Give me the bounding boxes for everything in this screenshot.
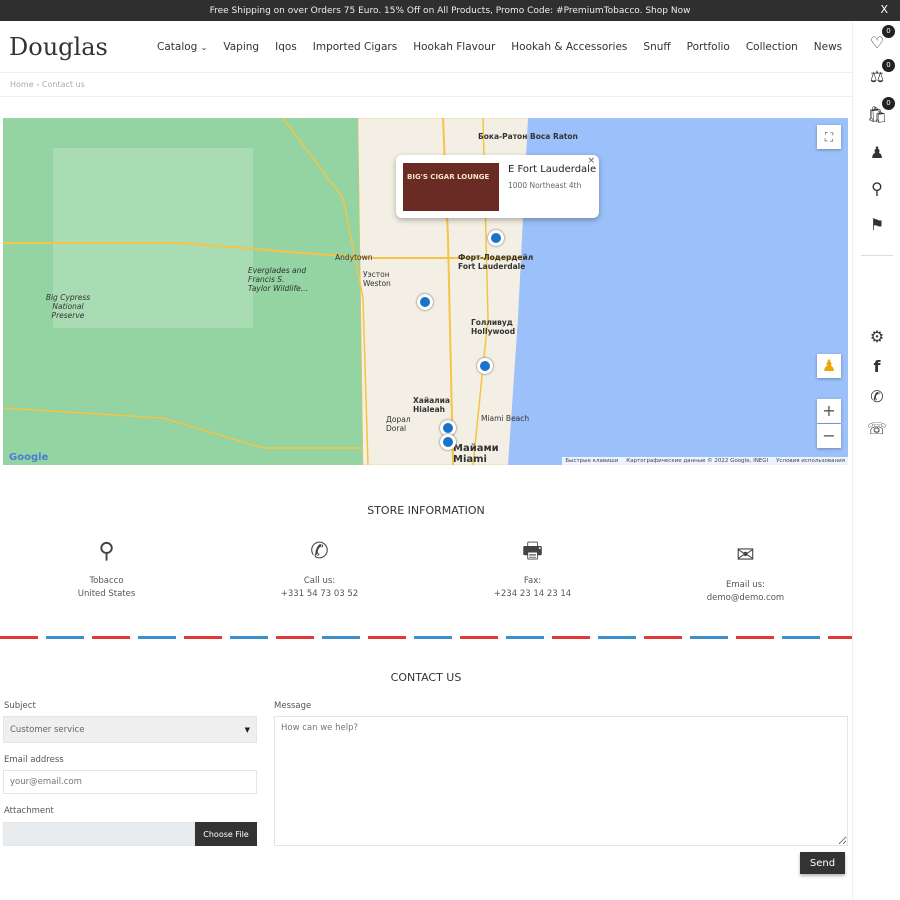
whatsapp-icon[interactable]: ✆ [867,387,887,407]
nav-hookah-accessories[interactable]: Hookah & Accessories [511,41,627,53]
map-label: Дорал Doral [386,415,411,433]
envelope-icon: ✉ [736,543,755,568]
zoom-out-button[interactable]: − [817,424,841,448]
shopping-bag-icon[interactable]: 🛍 0 [867,97,895,125]
nav-hookah-flavour[interactable]: Hookah Flavour [413,41,495,53]
breadcrumb: Home › Contact us [0,73,852,97]
contact-title: CONTACT US [390,671,462,684]
flag-icon[interactable]: ⚑ [867,215,887,235]
fax-icon: 🖶 [522,539,543,564]
map-label: Everglades and Francis S. Taylor Wildlif… [248,266,308,293]
street-view-pegman-icon[interactable]: ♟ [817,354,841,378]
airmail-divider [0,636,852,639]
email-field[interactable] [3,770,257,794]
map-label: Голливуд Hollywood [471,318,516,336]
store-info-title: STORE INFORMATION [367,504,485,517]
breadcrumb-home[interactable]: Home [10,80,34,89]
nav-catalog[interactable]: Catalog ⌄ [157,41,207,53]
attachment-input[interactable] [3,822,195,846]
terms-link[interactable]: Условия использования [776,458,845,464]
close-icon[interactable]: × [587,156,595,166]
store-info: ⚲ Tobacco United States ✆ Call us: +331 54 7… [0,539,852,605]
subject-label: Subject [4,701,36,711]
popup-title: E Fort Lauderdale [508,164,597,175]
facebook-icon[interactable]: f [867,357,887,377]
map-marker[interactable] [440,434,456,450]
popup-address: 1000 Northeast 4th [508,181,582,190]
main-nav: Catalog ⌄ Vaping Iqos Imported Cigars Ho… [149,41,850,53]
message-label: Message [274,701,312,711]
nav-vaping[interactable]: Vaping [223,41,259,53]
map-label: Форт-Лодердейл Fort Lauderdale [458,253,534,271]
logo[interactable]: Douglas [9,33,149,61]
close-icon[interactable]: X [880,3,888,16]
promo-text: Free Shipping on over Orders 75 Euro. 15… [209,5,691,16]
keyboard-shortcuts-link[interactable]: Быстрые клавиши [565,458,618,464]
store-email: ✉ Email us: demo@demo.com [639,545,852,605]
divider [861,255,893,256]
map-label: Miami Beach [481,414,530,423]
map-marker[interactable] [488,230,504,246]
store-photo: BIG'S CIGAR LOUNGE [403,163,499,211]
right-sidebar: ♡ 0 ⚖ 0 🛍 0 ♟ ⚲ ⚑ ⚙ f ✆ ☏ [852,21,900,900]
map-label: Майами Miami [453,443,499,465]
google-map[interactable]: Бока-Ратон Boca Raton Форт-Лодердейл For… [3,118,848,465]
nav-snuff[interactable]: Snuff [643,41,670,53]
google-logo: Google [9,452,49,463]
attachment-label: Attachment [4,806,54,816]
map-marker[interactable] [477,358,493,374]
nav-portfolio[interactable]: Portfolio [687,41,730,53]
cart-count: 0 [882,97,895,110]
nav-collection[interactable]: Collection [746,41,798,53]
map-label: Andytown [335,253,373,262]
nav-imported-cigars[interactable]: Imported Cigars [313,41,397,53]
location-pin-icon: ⚲ [98,539,115,564]
store-fax: 🖶 Fax: +234 23 14 23 14 [426,539,639,605]
choose-file-button[interactable]: Choose File [195,822,257,846]
breadcrumb-current: Contact us [41,80,85,89]
chevron-down-icon: ⌄ [200,42,208,52]
store-phone: ✆ Call us: +331 54 73 03 52 [213,539,426,605]
message-textarea[interactable] [274,716,848,846]
user-icon[interactable]: ♟ [867,143,887,163]
map-label: Уэстон Weston [363,270,391,288]
map-label: Бока-Ратон Boca Raton [478,132,578,141]
map-label: Хайалиа Hialeah [413,396,450,414]
promo-bar: Free Shipping on over Orders 75 Euro. 15… [0,0,900,21]
map-label: Big Cypress National Preserve [45,293,91,320]
fullscreen-icon[interactable]: ⛶ [817,125,841,149]
map-info-window: BIG'S CIGAR LOUNGE E Fort Lauderdale 100… [396,155,599,218]
map-attribution: Быстрые клавиши Картографические данные … [562,457,848,465]
compare-count: 0 [882,59,895,72]
header: Douglas Catalog ⌄ Vaping Iqos Imported C… [0,21,852,73]
store-address: ⚲ Tobacco United States [0,539,213,605]
phone-call-icon[interactable]: ☏ [867,419,887,439]
subject-select[interactable]: Customer service ▼ [3,716,257,743]
map-marker[interactable] [417,294,433,310]
email-label: Email address [4,755,64,765]
nav-iqos[interactable]: Iqos [275,41,297,53]
compare-scale-icon[interactable]: ⚖ 0 [867,59,895,87]
zoom-in-button[interactable]: + [817,399,841,423]
search-icon[interactable]: ⚲ [867,179,887,199]
heart-icon[interactable]: ♡ 0 [867,25,895,53]
send-button[interactable]: Send [800,852,845,874]
wishlist-count: 0 [882,25,895,38]
gear-icon[interactable]: ⚙ [867,327,887,347]
map-data-credit: Картографические данные © 2022 Google, I… [626,458,769,464]
caret-down-icon: ▼ [244,725,250,734]
nav-news[interactable]: News [814,41,842,53]
phone-icon: ✆ [310,539,329,564]
